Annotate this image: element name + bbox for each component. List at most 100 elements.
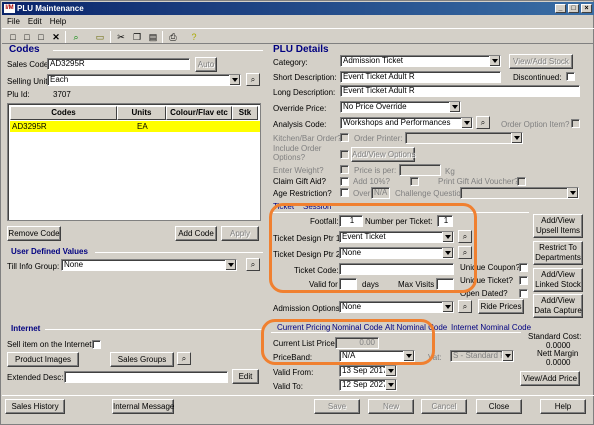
- binoculars-icon[interactable]: ⌕: [177, 352, 191, 365]
- binoculars-icon[interactable]: ⌕: [246, 258, 260, 271]
- sell-internet-checkbox[interactable]: [92, 340, 101, 349]
- upsell-items-button[interactable]: Add/View Upsell Items: [533, 214, 583, 238]
- chevron-down-icon: [452, 105, 458, 109]
- kitchen-bar-checkbox[interactable]: [340, 133, 349, 142]
- edit-button[interactable]: Edit: [232, 369, 259, 384]
- challenge-question-select[interactable]: [460, 187, 579, 199]
- print-gift-aid-checkbox[interactable]: [517, 177, 526, 186]
- paste-icon[interactable]: ▤: [147, 31, 159, 43]
- open-icon[interactable]: □: [21, 31, 33, 43]
- product-images-button[interactable]: Product Images: [7, 352, 79, 367]
- help-button[interactable]: Help: [540, 399, 586, 414]
- claim-gift-aid-checkbox[interactable]: [340, 177, 349, 186]
- unique-coupon-checkbox[interactable]: [519, 263, 528, 272]
- column-header-codes[interactable]: Codes: [10, 106, 117, 120]
- column-header-stk[interactable]: Stk: [232, 106, 258, 120]
- selling-unit-select[interactable]: Each: [47, 74, 241, 86]
- view-add-stock-button[interactable]: View/Add Stock: [509, 54, 573, 69]
- internal-message-button[interactable]: Internal Message: [112, 399, 174, 414]
- app-icon: I/M: [4, 4, 15, 13]
- nett-margin-label: Nett Margin: [537, 349, 579, 358]
- new-button[interactable]: New: [368, 399, 414, 414]
- export-icon[interactable]: ▭: [94, 31, 106, 43]
- price-per-input[interactable]: [399, 164, 441, 176]
- order-printer-select[interactable]: [405, 132, 523, 144]
- vat-select[interactable]: S - Standard Ra: [450, 350, 514, 362]
- new-doc-icon[interactable]: □: [7, 31, 19, 43]
- view-add-price-button[interactable]: View/Add Price: [520, 371, 580, 386]
- menu-bar: File Edit Help: [2, 15, 594, 28]
- sales-code-input[interactable]: AD3295R: [47, 58, 190, 70]
- till-info-select[interactable]: None: [61, 259, 237, 271]
- enter-weight-checkbox[interactable]: [340, 165, 349, 174]
- cut-icon[interactable]: ✂: [115, 31, 127, 43]
- unique-ticket-checkbox[interactable]: [519, 276, 528, 285]
- restrict-departments-button[interactable]: Restrict To Departments: [533, 241, 583, 265]
- help-icon[interactable]: ?: [188, 31, 200, 43]
- order-option-checkbox[interactable]: [571, 119, 580, 128]
- valid-from-date[interactable]: 13 Sep 2017: [339, 365, 397, 377]
- till-info-label: Till Info Group:: [7, 262, 60, 271]
- divider: [45, 329, 263, 330]
- table-row[interactable]: AD3295R EA: [10, 121, 260, 132]
- add-code-button[interactable]: Add Code: [175, 226, 217, 241]
- toolbar: □ □ □ ✕ ⌕ ▭ ✂ ❐ ▤ ⎙ ?: [2, 28, 594, 44]
- short-description-input[interactable]: Event Ticket Adult R: [340, 71, 501, 83]
- menu-help[interactable]: Help: [50, 17, 66, 26]
- apply-button[interactable]: Apply: [221, 226, 259, 241]
- long-description-input[interactable]: Event Ticket Adult R: [340, 85, 580, 97]
- toolbar-separator: [65, 31, 66, 43]
- auto-button[interactable]: Auto: [195, 57, 217, 72]
- add-view-options-button[interactable]: Add/View Options: [351, 147, 415, 162]
- row-unit: EA: [137, 122, 148, 131]
- menu-edit[interactable]: Edit: [28, 17, 42, 26]
- order-option-label: Order Option Item?: [501, 120, 570, 129]
- row-code: AD3295R: [12, 122, 47, 131]
- chevron-down-icon: [570, 191, 576, 195]
- column-header-units[interactable]: Units: [117, 106, 166, 120]
- column-header-colour[interactable]: Colour/Flav etc: [166, 106, 232, 120]
- valid-to-label: Valid To:: [273, 382, 303, 391]
- open-dated-checkbox[interactable]: [519, 289, 528, 298]
- plu-id-label: Plu Id:: [7, 90, 30, 99]
- sales-history-button[interactable]: Sales History: [5, 399, 65, 414]
- selling-unit-value: Each: [50, 75, 69, 84]
- close-button[interactable]: Close: [476, 399, 522, 414]
- vat-value: S - Standard Ra: [453, 351, 511, 360]
- analysis-code-select[interactable]: Workshops and Performances: [340, 117, 473, 129]
- save-icon[interactable]: □: [35, 31, 47, 43]
- admission-options-select[interactable]: None: [339, 301, 454, 313]
- binoculars-icon[interactable]: ⌕: [476, 116, 490, 129]
- category-select[interactable]: Admission Ticket: [340, 55, 501, 67]
- long-description-label: Long Description:: [273, 88, 336, 97]
- valid-to-date[interactable]: 12 Sep 2027: [339, 379, 397, 391]
- age-over-input[interactable]: N/A: [371, 187, 390, 199]
- override-price-select[interactable]: No Price Override: [340, 101, 461, 113]
- sales-groups-button[interactable]: Sales Groups: [110, 352, 174, 367]
- copy-icon[interactable]: ❐: [131, 31, 143, 43]
- minimize-button[interactable]: _: [555, 4, 566, 13]
- delete-icon[interactable]: ✕: [50, 31, 62, 43]
- age-restriction-checkbox[interactable]: [340, 188, 349, 197]
- find-icon[interactable]: ⌕: [70, 31, 82, 43]
- add-10-checkbox[interactable]: [410, 177, 419, 186]
- binoculars-icon[interactable]: ⌕: [246, 73, 260, 86]
- linked-stock-button[interactable]: Add/View Linked Stock: [533, 268, 583, 292]
- save-button[interactable]: Save: [314, 399, 360, 414]
- cancel-button[interactable]: Cancel: [421, 399, 467, 414]
- price-is-per-label: Price is per:: [354, 166, 397, 175]
- maximize-button[interactable]: □: [568, 4, 579, 13]
- extended-desc-input[interactable]: [64, 371, 228, 383]
- chevron-down-icon: [445, 235, 451, 239]
- tab-internet-nominal-code[interactable]: Internet Nominal Code: [451, 323, 531, 332]
- include-options-checkbox[interactable]: [340, 150, 349, 159]
- binoculars-icon[interactable]: ⌕: [458, 300, 472, 313]
- chevron-down-icon: [232, 78, 238, 82]
- discontinued-checkbox[interactable]: [566, 72, 575, 81]
- menu-file[interactable]: File: [7, 17, 20, 26]
- data-capture-button[interactable]: Add/View Data Capture: [533, 294, 583, 318]
- print-icon[interactable]: ⎙: [167, 31, 179, 43]
- remove-code-button[interactable]: Remove Code: [7, 226, 61, 241]
- close-window-button[interactable]: ×: [581, 4, 592, 13]
- ride-prices-button[interactable]: Ride Prices: [478, 299, 524, 314]
